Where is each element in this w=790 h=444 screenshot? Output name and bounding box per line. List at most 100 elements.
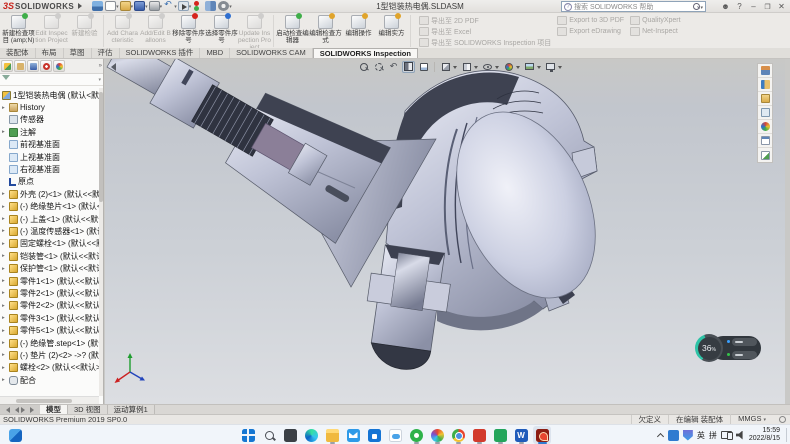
tree-item-part[interactable]: ▸螺栓<2> (默认<<默认>_显示状态 — [0, 362, 99, 374]
caret-icon[interactable] — [537, 66, 541, 71]
expand-arrow-icon[interactable]: ▸ — [2, 315, 9, 321]
dark-app-button[interactable] — [281, 426, 299, 444]
display-style-icon[interactable] — [460, 61, 473, 73]
export-3d-pdf-item[interactable]: Export to 3D PDF — [557, 15, 624, 26]
panel-collapse-icon[interactable] — [107, 63, 116, 71]
zoom-fit-icon[interactable] — [357, 61, 370, 73]
view-palette-tab[interactable] — [758, 106, 772, 120]
help-icon[interactable] — [733, 1, 746, 12]
tree-item-origin[interactable]: 原点 — [0, 176, 99, 188]
widgets-button[interactable] — [6, 426, 24, 444]
scrollbar-thumb[interactable] — [16, 399, 72, 403]
tree-item-part[interactable]: ▸外壳 (2)<1> (默认<<默认>_显示状 — [0, 188, 99, 200]
restore-button[interactable] — [761, 1, 774, 12]
net-inspect-item[interactable]: Net-Inspect — [630, 26, 681, 37]
tab-addins[interactable]: SOLIDWORKS 插件 — [120, 48, 201, 58]
tab-mbd[interactable]: MBD — [200, 48, 230, 58]
open-icon[interactable] — [120, 1, 131, 11]
ime-language-indicator[interactable]: 英 — [697, 430, 705, 441]
tree-item-annotations[interactable]: ▸注解 — [0, 126, 99, 138]
overlay-button-2[interactable] — [732, 351, 757, 359]
tree-item-front-plane[interactable]: 前视基准面 — [0, 139, 99, 151]
display-manager-tab-icon[interactable] — [53, 60, 65, 72]
scroll-right-icon[interactable] — [30, 407, 37, 413]
red-reader-button[interactable] — [470, 426, 488, 444]
tree-item-right-plane[interactable]: 右视基准面 — [0, 163, 99, 175]
tab-assembly[interactable]: 装配体 — [0, 48, 36, 58]
tab-model[interactable]: 模型 — [40, 405, 68, 414]
caret-icon[interactable]: ▾ — [98, 77, 101, 83]
graphics-viewport[interactable]: 36% — [105, 59, 785, 404]
minimize-button[interactable] — [747, 1, 760, 12]
caret-icon[interactable]: ▾ — [700, 5, 703, 11]
overlay-button-1[interactable] — [732, 338, 757, 346]
expand-arrow-icon[interactable]: ▸ — [2, 191, 9, 197]
scroll-left-icon[interactable] — [3, 407, 10, 413]
caret-icon[interactable] — [453, 66, 457, 71]
mail-button[interactable] — [344, 426, 362, 444]
assembly-3d-model[interactable] — [105, 59, 785, 404]
dimxpert-manager-tab-icon[interactable] — [40, 60, 52, 72]
tree-filter-bar[interactable]: ▾ — [0, 74, 103, 86]
expand-arrow-icon[interactable]: ▸ — [2, 303, 9, 309]
tree-root-assembly[interactable]: 1型铠装热电偶 (默认<默认_显示状态-1> — [0, 89, 99, 101]
save-icon[interactable] — [134, 1, 145, 11]
sign-in-icon[interactable] — [719, 1, 732, 12]
caret-icon[interactable]: ▾ — [160, 4, 163, 10]
menu-expand-icon[interactable] — [78, 3, 85, 9]
solidworks-taskbar-button[interactable] — [533, 426, 551, 444]
apply-scene-icon[interactable] — [523, 61, 536, 73]
scroll-right-icon[interactable] — [21, 407, 28, 413]
view-orientation-icon[interactable] — [439, 61, 452, 73]
print-icon[interactable] — [149, 1, 160, 11]
chrome-button[interactable] — [449, 426, 467, 444]
add-edit-balloons-button[interactable]: Add/Edit Balloons — [139, 14, 172, 48]
edit-appearance-icon[interactable] — [502, 61, 515, 73]
new-document-icon[interactable] — [105, 1, 116, 11]
select-balloons-button[interactable]: 选择零件序号 — [205, 14, 238, 48]
tree-item-part[interactable]: ▸(-) 垫片 (2)<2> ->? (默认<<默认 — [0, 349, 99, 361]
previous-view-icon[interactable] — [387, 61, 400, 73]
tree-item-part[interactable]: ▸(-) 温度传感器<1> (默认<<默认>_ — [0, 225, 99, 237]
expand-arrow-icon[interactable]: ▸ — [2, 290, 9, 296]
tree-item-part[interactable]: ▸铠装管<1> (默认<<默认>_显示状 — [0, 250, 99, 262]
expand-arrow-icon[interactable]: ▸ — [2, 352, 9, 358]
expand-arrow-icon[interactable]: ▸ — [2, 340, 9, 346]
expand-arrow-icon[interactable]: ▸ — [2, 129, 9, 135]
expand-arrow-icon[interactable]: ▸ — [2, 377, 9, 383]
search-icon[interactable] — [693, 3, 700, 10]
expand-arrow-icon[interactable]: ▸ — [2, 228, 9, 234]
annotations-view-icon[interactable] — [417, 61, 430, 73]
security-shield-icon[interactable] — [683, 430, 693, 441]
tree-item-part[interactable]: ▸零件5<1> (默认<<默认>_显示状 — [0, 324, 99, 336]
green-browser-button[interactable] — [407, 426, 425, 444]
home-icon[interactable] — [92, 1, 103, 11]
tray-app-icon[interactable] — [668, 430, 679, 441]
expand-arrow-icon[interactable]: ▸ — [2, 278, 9, 284]
forum-tab[interactable] — [758, 148, 772, 162]
display-icon[interactable] — [205, 1, 216, 11]
caret-icon[interactable]: ▾ — [116, 4, 119, 10]
close-button[interactable] — [775, 1, 788, 12]
expand-arrow-icon[interactable]: ▸ — [2, 204, 9, 210]
qualityxpert-item[interactable]: QualityXpert — [630, 15, 681, 26]
file-explorer-button[interactable] — [323, 426, 341, 444]
tab-cam[interactable]: SOLIDWORKS CAM — [230, 48, 313, 58]
tree-item-part[interactable]: ▸保护管<1> (默认<<默认>_显示状 — [0, 262, 99, 274]
show-desktop-button[interactable] — [786, 428, 787, 442]
caret-icon[interactable] — [516, 66, 520, 71]
undo-icon[interactable] — [163, 1, 174, 11]
speaker-icon[interactable] — [736, 431, 745, 440]
store-button[interactable] — [365, 426, 383, 444]
tree-item-part[interactable]: ▸零件2<1> (默认<<默认>_显示状 — [0, 287, 99, 299]
new-inspection-project-button[interactable]: 新建检查项目 (amp;N) — [2, 14, 35, 48]
search-button[interactable] — [260, 426, 278, 444]
clock[interactable]: 15:59 2022/8/15 — [749, 427, 780, 443]
remove-balloons-button[interactable]: 移除零件序号 — [172, 14, 205, 48]
caret-icon[interactable]: ▾ — [174, 4, 177, 10]
panel-tabs-overflow-icon[interactable]: » — [99, 63, 102, 69]
expand-arrow-icon[interactable]: ▸ — [2, 241, 9, 247]
file-explorer-tab[interactable] — [758, 92, 772, 106]
view-settings-icon[interactable] — [544, 61, 557, 73]
edit-inspection-methods-button[interactable]: 编辑检查方式 — [309, 14, 342, 48]
